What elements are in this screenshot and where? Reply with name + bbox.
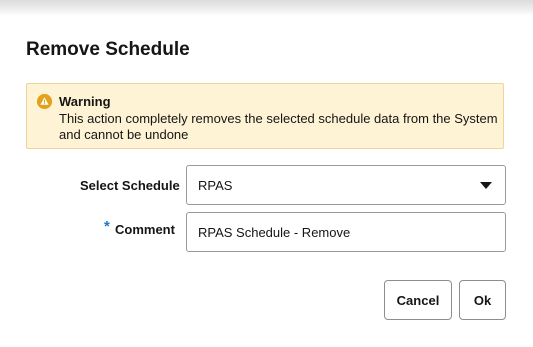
cancel-button[interactable]: Cancel: [384, 280, 452, 320]
warning-icon: [37, 94, 52, 109]
select-schedule-label: Select Schedule: [80, 178, 180, 193]
chevron-down-icon[interactable]: [480, 182, 492, 189]
select-schedule-dropdown[interactable]: RPAS: [186, 165, 506, 205]
dialog-title: Remove Schedule: [26, 39, 190, 60]
select-schedule-value: RPAS: [198, 178, 233, 193]
comment-input[interactable]: [186, 212, 506, 252]
required-marker: *: [104, 218, 110, 235]
warning-heading: Warning: [59, 94, 111, 109]
warning-message: This action completely removes the selec…: [59, 111, 498, 142]
dialog-top-shadow: [0, 0, 533, 16]
comment-label: Comment: [115, 222, 175, 237]
remove-schedule-dialog: Remove Schedule Warning This action comp…: [0, 0, 533, 347]
ok-button[interactable]: Ok: [459, 280, 506, 320]
warning-banner: Warning This action completely removes t…: [26, 83, 504, 149]
